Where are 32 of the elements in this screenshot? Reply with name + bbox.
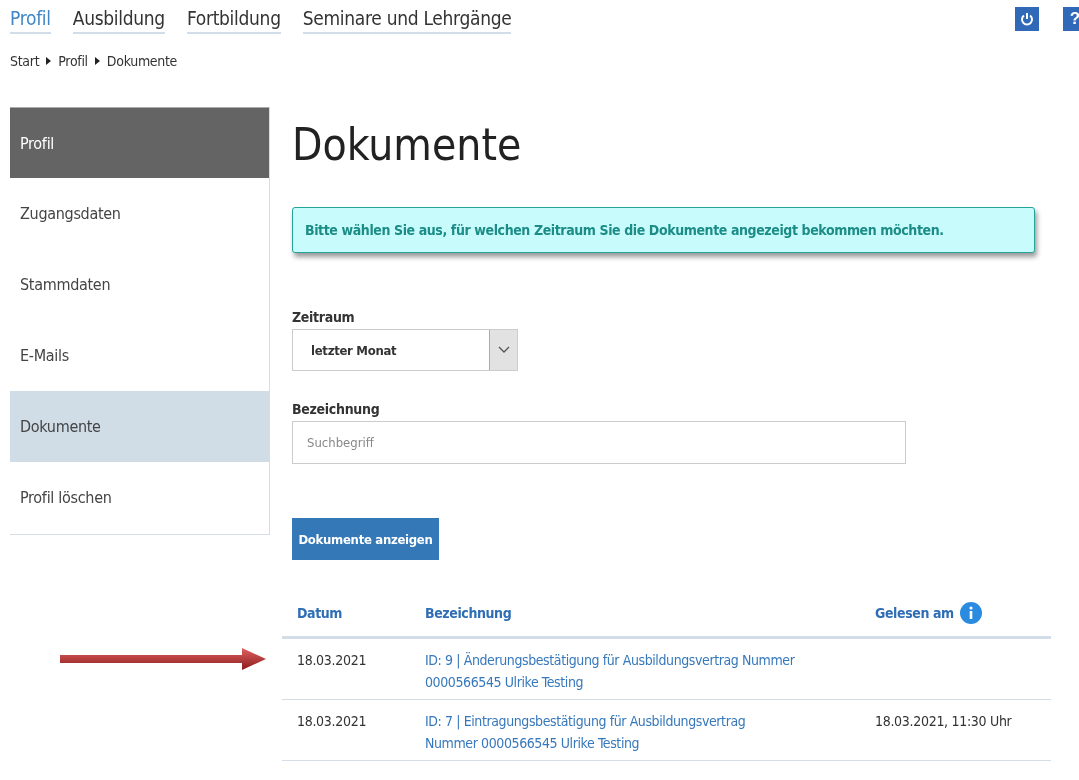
- page-title: Dokumente: [292, 119, 523, 169]
- nav-tab[interactable]: Seminare und Lehrgänge: [302, 6, 512, 34]
- date-cell-text: 18.03.2021: [297, 651, 368, 670]
- chevron-icon: [46, 57, 52, 65]
- power-icon: [1020, 12, 1034, 26]
- breadcrumb-link[interactable]: Profil: [58, 53, 88, 69]
- nav-tab[interactable]: Fortbildung: [186, 6, 281, 34]
- show-documents-button[interactable]: Dokumente anzeigen: [292, 518, 439, 560]
- sidebar-header[interactable]: Profil: [10, 107, 269, 178]
- info-message: Bitte wählen Sie aus, für welchen Zeitraum Sie die Dokumente angezeigt bekommen möchten.: [292, 207, 1035, 253]
- help-button[interactable]: ?: [1063, 7, 1079, 31]
- caret-icon: [497, 346, 510, 354]
- breadcrumb-link[interactable]: Dokumente: [106, 53, 178, 69]
- column-header: Bezeichnung: [425, 605, 512, 621]
- arrow-icon: [60, 648, 266, 670]
- nav-tab[interactable]: Profil: [10, 6, 51, 34]
- chevron-icon: [94, 57, 100, 65]
- document-link[interactable]: ID: 9 | Änderungsbestätigung für Ausbildungsvertrag Nummer 0000566545 Ulrike Testing: [425, 649, 800, 693]
- field-label: Zeitraum: [292, 309, 356, 325]
- power-button[interactable]: [1015, 7, 1039, 31]
- breadcrumb-link[interactable]: Start: [10, 53, 40, 69]
- document-link[interactable]: ID: 7 | Eintragungsbestätigung für Ausbildungsvertrag Nummer 0000566545 Ulrike Testing: [425, 710, 800, 754]
- period-select[interactable]: letzter Monat: [292, 329, 518, 371]
- nav-tab[interactable]: Ausbildung: [72, 6, 165, 34]
- read-date-cell-text: 18.03.2021, 11:30 Uhr: [875, 712, 1013, 731]
- info-icon[interactable]: [959, 602, 982, 624]
- sidebar-item[interactable]: Dokumente: [10, 391, 269, 462]
- field-label: Bezeichnung: [292, 401, 381, 417]
- column-header: Datum: [297, 605, 343, 621]
- column-header: Gelesen am: [875, 605, 954, 621]
- search-field[interactable]: Suchbegriff: [292, 421, 906, 464]
- date-cell-text: 18.03.2021: [297, 712, 368, 731]
